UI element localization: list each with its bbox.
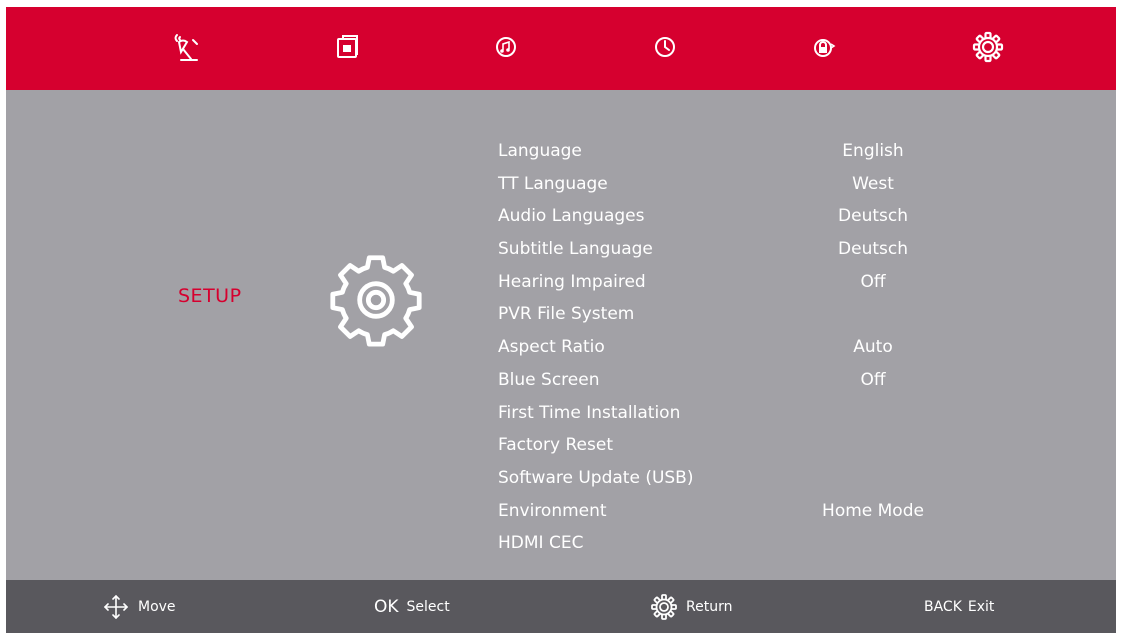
gear-icon	[651, 593, 677, 620]
menu-item-label: First Time Installation	[498, 402, 681, 423]
menu-item[interactable]: Software Update (USB)	[498, 462, 958, 495]
move-arrows-icon	[103, 594, 129, 619]
move-hint: Move	[102, 580, 176, 633]
menu-item[interactable]: HDMI CEC	[498, 527, 958, 560]
menu-item-label: Audio Languages	[498, 206, 645, 227]
return-label: Return	[686, 598, 733, 615]
menu-item[interactable]: TT Language West	[498, 168, 958, 201]
menu-item[interactable]: First Time Installation	[498, 397, 958, 430]
satellite-icon[interactable]	[169, 28, 207, 66]
menu-item-label: Environment	[498, 500, 607, 521]
menu-item-label: Subtitle Language	[498, 239, 653, 260]
select-hint: OK Select	[374, 580, 450, 633]
category-tab-bar	[6, 7, 1116, 90]
menu-item-label: Language	[498, 141, 582, 161]
menu-item-value: English	[842, 141, 904, 161]
menu-item-value: Home Mode	[822, 500, 924, 521]
sound-icon[interactable]	[487, 28, 525, 66]
menu-item-value: Deutsch	[838, 239, 908, 260]
menu-item-value: West	[852, 173, 894, 194]
menu-item-label: Hearing Impaired	[498, 271, 646, 292]
move-label: Move	[138, 598, 176, 615]
menu-item-label: Factory Reset	[498, 435, 613, 456]
menu-item[interactable]: Blue Screen Off	[498, 364, 958, 397]
menu-item-label: TT Language	[498, 173, 608, 194]
clock-icon[interactable]	[646, 28, 684, 66]
menu-item-label: HDMI CEC	[498, 533, 584, 554]
menu-item[interactable]: Environment Home Mode	[498, 495, 958, 528]
menu-item[interactable]: PVR File System	[498, 298, 958, 331]
exit-label: Exit	[967, 598, 995, 615]
menu-item-label: Blue Screen	[498, 369, 600, 390]
menu-item-label: Aspect Ratio	[498, 337, 605, 358]
section-title: SETUP	[178, 285, 242, 307]
tv-menu-screen: SETUP Language English TT Language West Audi…	[6, 7, 1116, 633]
menu-item-value: Deutsch	[838, 206, 908, 227]
back-key-label: BACK	[924, 598, 962, 615]
menu-item-value: Off	[860, 369, 886, 390]
menu-item-label: PVR File System	[498, 304, 635, 325]
menu-item-label: Software Update (USB)	[498, 467, 694, 488]
menu-item[interactable]: Hearing Impaired Off	[498, 266, 958, 299]
menu-item[interactable]: Language English	[498, 135, 958, 168]
lock-icon[interactable]	[805, 28, 843, 66]
menu-item[interactable]: Aspect Ratio Auto	[498, 331, 958, 364]
select-label: Select	[406, 598, 450, 615]
ok-key-label: OK	[374, 596, 399, 617]
return-hint: Return	[650, 580, 732, 633]
menu-item[interactable]: Subtitle Language Deutsch	[498, 233, 958, 266]
menu-item[interactable]: Factory Reset	[498, 429, 958, 462]
picture-icon[interactable]	[328, 28, 366, 66]
menu-item-value: Off	[860, 271, 886, 292]
menu-item[interactable]: Audio Languages Deutsch	[498, 200, 958, 233]
menu-item-value: Auto	[853, 337, 893, 358]
gear-icon	[328, 252, 424, 348]
footer-hint-bar: Move OK Select Return BACK Exit	[6, 580, 1116, 633]
gear-icon[interactable]	[969, 28, 1007, 66]
setup-menu-list: Language English TT Language West Audio Lang…	[498, 135, 958, 560]
exit-hint: BACK Exit	[924, 580, 994, 633]
